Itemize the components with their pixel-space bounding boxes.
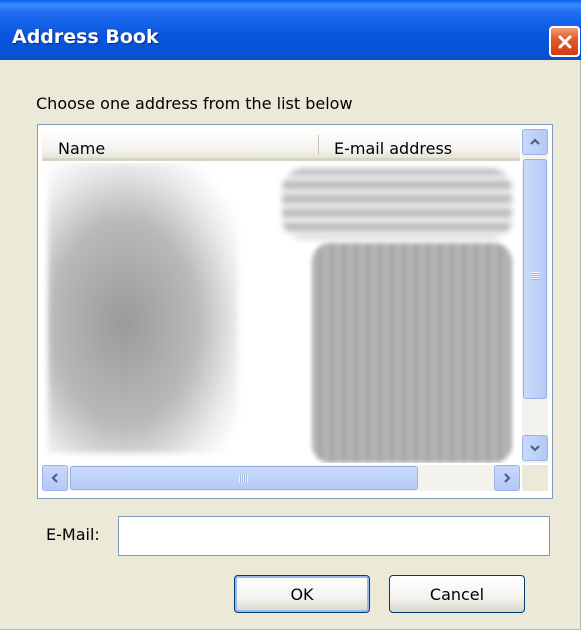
blurred-name-entries [48, 163, 238, 453]
blurred-email-entries [312, 243, 512, 463]
scroll-down-button[interactable] [522, 435, 548, 461]
grip-icon [531, 272, 540, 280]
close-icon [558, 35, 571, 48]
chevron-up-icon [530, 138, 540, 145]
chevron-left-icon [51, 473, 58, 483]
grip-icon [239, 475, 248, 483]
column-divider[interactable] [318, 135, 319, 155]
scrollbar-corner [522, 465, 548, 491]
chevron-down-icon [530, 445, 540, 452]
address-list[interactable]: Name E-mail address [37, 124, 553, 499]
scroll-right-button[interactable] [494, 465, 520, 491]
horizontal-scroll-thumb[interactable] [70, 466, 418, 490]
chevron-right-icon [504, 473, 511, 483]
close-button[interactable] [549, 26, 580, 57]
email-label: E-Mail: [46, 525, 100, 544]
title-bar[interactable]: Address Book [0, 0, 581, 60]
horizontal-scrollbar[interactable] [42, 465, 520, 491]
cancel-button[interactable]: Cancel [389, 575, 525, 613]
vertical-scroll-thumb[interactable] [523, 159, 547, 399]
column-header-name[interactable]: Name [58, 139, 105, 158]
list-header: Name E-mail address [42, 129, 520, 161]
address-book-dialog: Address Book Choose one address from the… [0, 0, 581, 630]
email-field[interactable] [118, 516, 550, 556]
scroll-up-button[interactable] [522, 129, 548, 155]
vertical-scrollbar[interactable] [522, 129, 548, 463]
blurred-email-entries-top [282, 169, 512, 239]
instruction-label: Choose one address from the list below [36, 94, 353, 113]
list-body-blurred-entries[interactable] [42, 163, 520, 463]
ok-button[interactable]: OK [234, 575, 370, 613]
window-title: Address Book [12, 26, 159, 48]
scroll-left-button[interactable] [42, 465, 68, 491]
column-header-email[interactable]: E-mail address [334, 139, 452, 158]
